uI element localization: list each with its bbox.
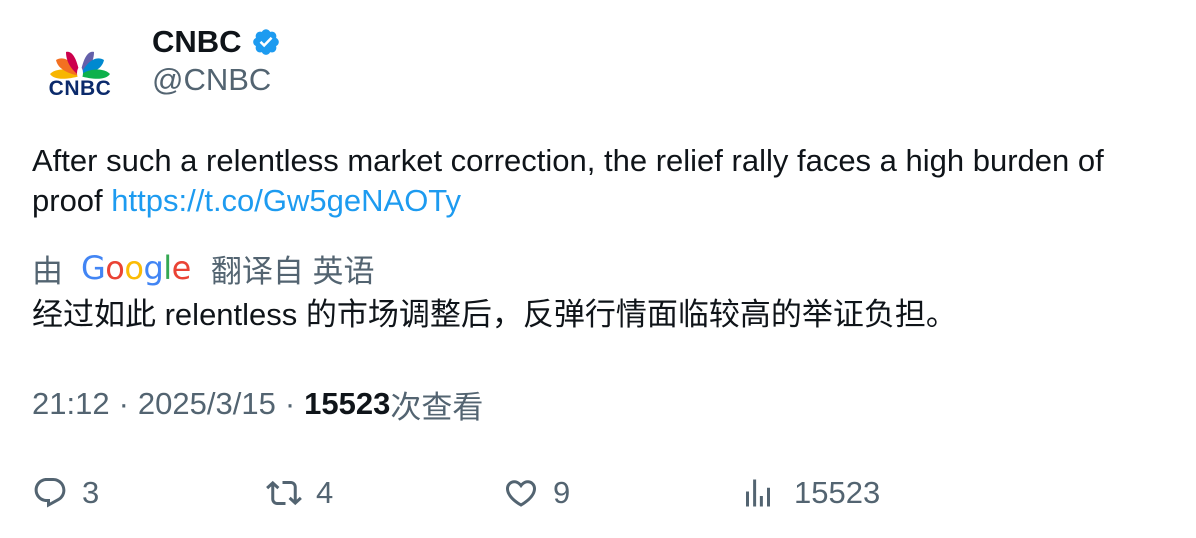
heart-icon <box>503 475 539 511</box>
translation-prefix: 由 <box>32 253 63 289</box>
author-handle[interactable]: @CNBC <box>152 62 271 98</box>
author-display-name[interactable]: CNBC <box>152 24 242 60</box>
views-count: 15523 <box>304 386 391 421</box>
meta-separator: · <box>284 386 296 421</box>
translated-text: 经过如此 relentless 的市场调整后，反弹行情面临较高的举证负担。 <box>32 297 957 332</box>
verified-badge-icon[interactable] <box>251 27 281 57</box>
like-button[interactable]: 9 <box>503 471 570 515</box>
meta-separator: · <box>118 386 129 421</box>
tweet-time[interactable]: 21:12 <box>32 386 110 422</box>
retweet-count: 4 <box>316 475 334 510</box>
tweet-text: After such a relentless market correctio… <box>32 141 1172 221</box>
tweet-link[interactable]: https://t.co/Gw5geNAOTy <box>111 183 461 218</box>
avatar[interactable]: CNBC <box>32 26 128 122</box>
retweet-icon <box>266 475 302 511</box>
views-label: 次查看 <box>390 389 484 425</box>
translation-source-label[interactable]: 翻译自 英语 <box>211 246 375 291</box>
google-logo-icon[interactable]: Google <box>81 249 191 287</box>
analytics-icon <box>740 475 776 511</box>
reply-button[interactable]: 3 <box>32 471 99 515</box>
reply-icon <box>32 475 68 511</box>
cnbc-logo-wordmark: CNBC <box>49 77 112 100</box>
tweet-date[interactable]: 2025/3/15 <box>138 386 276 422</box>
cnbc-peacock-logo-icon: CNBC <box>49 51 112 100</box>
retweet-button[interactable]: 4 <box>266 471 333 515</box>
reply-count: 3 <box>82 475 100 510</box>
views-action-count: 15523 <box>794 475 881 510</box>
like-count: 9 <box>553 475 571 510</box>
views-button[interactable]: 15523 <box>740 471 880 515</box>
translation-attribution: 由 Google 翻译自 英语 <box>32 246 374 290</box>
author-name-row: CNBC <box>152 22 281 62</box>
tweet-meta: 21:12 · 2025/3/15 · 15523 次查看 <box>32 384 484 425</box>
